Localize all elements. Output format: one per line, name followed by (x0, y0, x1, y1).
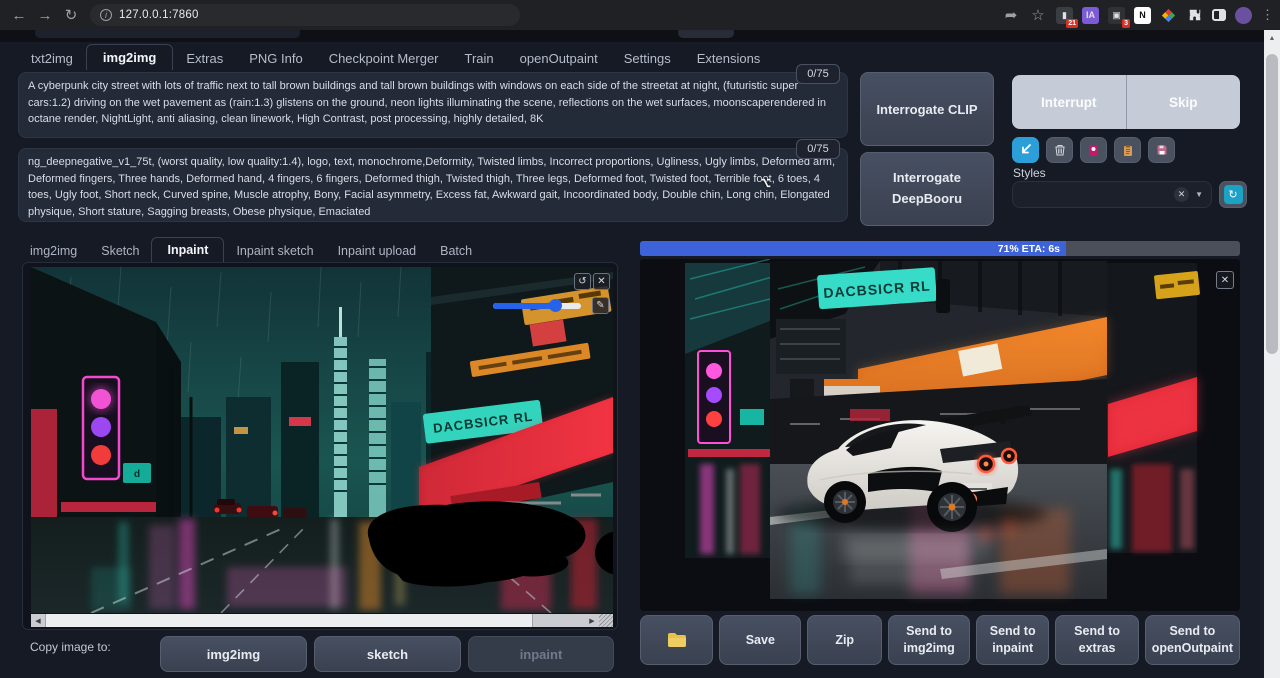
skip-button[interactable]: Skip (1126, 75, 1241, 129)
share-icon[interactable]: ➦ (1002, 6, 1020, 24)
subtab-sketch[interactable]: Sketch (89, 240, 151, 262)
img2img-mode-tabs: img2img Sketch Inpaint Inpaint sketch In… (18, 236, 484, 262)
site-info-icon[interactable]: i (100, 9, 112, 21)
interrogate-clip-button[interactable]: Interrogate CLIP (860, 72, 994, 146)
styles-label: Styles (1013, 166, 1046, 180)
folder-icon (667, 632, 687, 648)
output-preview-panel: DACBSICR RL (640, 259, 1240, 611)
brush-size-slider[interactable] (493, 303, 581, 309)
page-vertical-scrollbar[interactable]: ▲ (1264, 30, 1280, 678)
back-icon[interactable]: ← (6, 7, 32, 24)
paste-params-button[interactable] (1012, 137, 1039, 163)
tab-txt2img[interactable]: txt2img (18, 47, 86, 70)
copy-to-sketch-button[interactable]: sketch (314, 636, 461, 672)
text-cursor: ⌥ (761, 174, 771, 194)
copy-to-inpaint-button: inpaint (468, 636, 614, 672)
scroll-up-icon[interactable]: ▲ (1264, 30, 1280, 46)
inpaint-canvas-panel: DACBSICR RL d (22, 262, 618, 630)
send-to-openoutpaint-button[interactable]: Send to openOutpaint (1145, 615, 1240, 665)
live-preview-image[interactable]: DACBSICR RL (640, 259, 1240, 611)
negative-prompt-input[interactable]: ng_deepnegative_v1_75t, (worst quality, … (18, 148, 848, 222)
resize-grip[interactable] (599, 614, 613, 627)
undo-brush-icon[interactable]: ↺ (574, 273, 591, 290)
save-button[interactable]: Save (719, 615, 801, 665)
profile-avatar[interactable] (1235, 7, 1252, 24)
page-top-strip (0, 30, 1280, 42)
floppy-disk-icon (1156, 144, 1168, 156)
subtab-inpaint-upload[interactable]: Inpaint upload (326, 240, 429, 262)
subtab-inpaint-sketch[interactable]: Inpaint sketch (224, 240, 325, 262)
extension-icon-2[interactable]: ▣3 (1108, 7, 1125, 24)
tab-checkpoint-merger[interactable]: Checkpoint Merger (316, 47, 452, 70)
url-text: 127.0.0.1:7860 (119, 9, 199, 21)
brush-color-icon[interactable]: ✎ (592, 297, 609, 314)
close-preview-icon[interactable]: ✕ (1216, 271, 1234, 289)
interrogate-deepbooru-button[interactable]: Interrogate DeepBooru (860, 152, 994, 226)
tab-png-info[interactable]: PNG Info (236, 47, 315, 70)
prompt-input[interactable]: A cyberpunk city street with lots of tra… (18, 72, 848, 138)
tab-openoutpaint[interactable]: openOutpaint (507, 47, 611, 70)
refresh-icon: ↻ (1224, 185, 1243, 204)
chevron-down-icon[interactable]: ▼ (1195, 190, 1203, 199)
sidebar-panel-icon[interactable] (1212, 9, 1226, 21)
copy-image-label: Copy image to: (30, 640, 111, 654)
progress-fill: 71% ETA: 6s (640, 241, 1066, 256)
bookmark-star-icon[interactable]: ☆ (1029, 6, 1047, 24)
arrow-down-left-icon (1020, 144, 1032, 156)
send-to-extras-button[interactable]: Send to extras (1055, 615, 1138, 665)
scroll-right-icon[interactable]: ▶ (585, 614, 599, 627)
prompt-tool-row (1012, 137, 1175, 163)
copy-to-img2img-button[interactable]: img2img (160, 636, 307, 672)
webui-screen: ← → ↻ i 127.0.0.1:7860 ➦ ☆ ▮21 IA ▣3 N ⋮ (0, 0, 1280, 678)
notion-icon[interactable]: N (1134, 7, 1151, 24)
open-folder-button[interactable] (640, 615, 713, 665)
browser-menu-icon[interactable]: ⋮ (1261, 7, 1274, 23)
brush-size-fill (493, 303, 553, 309)
clear-image-icon[interactable]: ✕ (593, 273, 610, 290)
trash-icon (1054, 144, 1066, 156)
refresh-styles-button[interactable]: ↻ (1219, 181, 1247, 208)
diamond-extension-icon[interactable] (1160, 7, 1177, 24)
save-style-button[interactable] (1148, 137, 1175, 163)
clear-styles-icon[interactable]: ✕ (1174, 187, 1189, 202)
tab-img2img[interactable]: img2img (86, 44, 173, 70)
tab-extensions[interactable]: Extensions (684, 47, 774, 70)
scroll-left-icon[interactable]: ◀ (31, 614, 45, 627)
extension-icon-1[interactable]: ▮21 (1056, 7, 1073, 24)
extra-networks-button[interactable] (1080, 137, 1107, 163)
send-to-img2img-button[interactable]: Send to img2img (888, 615, 970, 665)
browser-toolbar: ← → ↻ i 127.0.0.1:7860 ➦ ☆ ▮21 IA ▣3 N ⋮ (0, 0, 1280, 30)
tab-extras[interactable]: Extras (173, 47, 236, 70)
forward-icon[interactable]: → (32, 7, 58, 24)
canvas-horizontal-scrollbar[interactable]: ◀ ▶ (31, 614, 613, 627)
extension-ia-icon[interactable]: IA (1082, 7, 1099, 24)
prompt-token-counter: 0/75 (796, 64, 840, 84)
clipboard-icon (1122, 144, 1134, 157)
inpaint-canvas-image[interactable]: DACBSICR RL d (31, 267, 613, 613)
browser-actions: ➦ ☆ ▮21 IA ▣3 N ⋮ (1002, 0, 1274, 30)
scrollbar-thumb[interactable] (45, 614, 533, 627)
clear-prompt-button[interactable] (1046, 137, 1073, 163)
reload-icon[interactable]: ↻ (58, 6, 84, 24)
subtab-img2img[interactable]: img2img (18, 240, 89, 262)
tab-train[interactable]: Train (452, 47, 507, 70)
generation-progress-bar: 71% ETA: 6s (640, 241, 1240, 256)
card-icon (1087, 144, 1100, 157)
url-bar[interactable]: i 127.0.0.1:7860 (90, 4, 520, 26)
send-to-inpaint-button[interactable]: Send to inpaint (976, 615, 1049, 665)
apply-style-button[interactable] (1114, 137, 1141, 163)
styles-dropdown[interactable]: ✕ ▼ (1012, 181, 1212, 208)
zip-button[interactable]: Zip (807, 615, 882, 665)
interrupt-button[interactable]: Interrupt (1012, 75, 1126, 129)
main-tab-bar: txt2img img2img Extras PNG Info Checkpoi… (18, 44, 773, 70)
vertical-scrollbar-thumb[interactable] (1266, 54, 1278, 354)
subtab-batch[interactable]: Batch (428, 240, 484, 262)
progress-label: 71% ETA: 6s (998, 243, 1060, 255)
extensions-puzzle-icon[interactable] (1186, 7, 1203, 24)
negative-token-counter: 0/75 (796, 139, 840, 159)
result-actions: Save Zip Send to img2img Send to inpaint… (640, 615, 1240, 665)
tab-settings[interactable]: Settings (611, 47, 684, 70)
generation-controls: Interrupt Skip (1012, 75, 1240, 129)
subtab-inpaint[interactable]: Inpaint (151, 237, 224, 262)
